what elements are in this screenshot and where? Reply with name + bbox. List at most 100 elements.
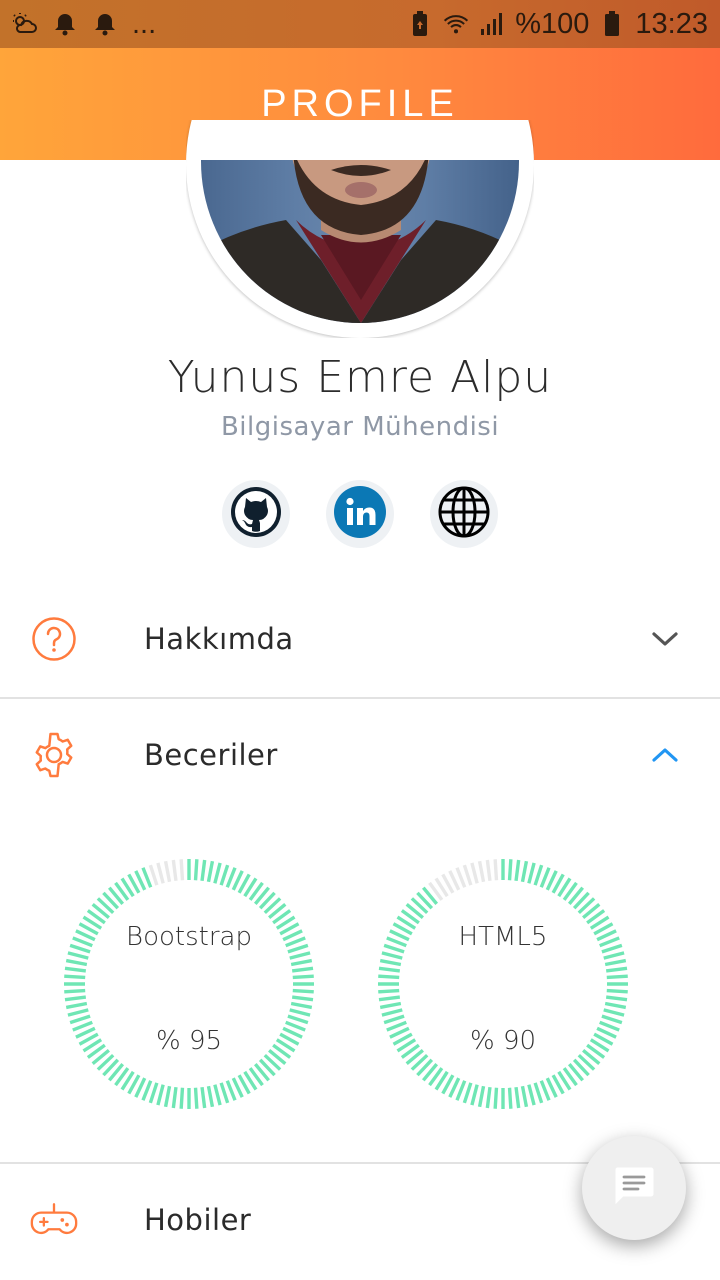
- gauge-segment: [219, 864, 230, 886]
- gauge-segment: [533, 1082, 544, 1104]
- gauge-segment: [527, 862, 536, 884]
- gauge-segment: [455, 1080, 467, 1101]
- gauge-segment: [179, 1087, 185, 1109]
- accordion-skills[interactable]: Beceriler: [0, 698, 720, 812]
- gauge-segment: [64, 966, 87, 973]
- gauge-segment: [533, 864, 544, 886]
- skill-gauge-bootstrap: Bootstrap % 95: [63, 858, 315, 1110]
- gauge-segment: [462, 1082, 473, 1104]
- gauge-segment: [378, 988, 400, 994]
- gauge-segment: [200, 1086, 207, 1109]
- github-button[interactable]: [222, 480, 290, 548]
- gamepad-icon: [30, 1196, 78, 1244]
- gauge-segment: [383, 1014, 405, 1025]
- gauge-segment: [290, 1001, 313, 1010]
- gauge-segment: [493, 859, 499, 881]
- notification-bell-icon: [52, 11, 78, 37]
- chevron-up-icon[interactable]: [650, 740, 680, 770]
- skill-name: Bootstrap: [126, 922, 252, 952]
- gauge-segment: [141, 867, 153, 888]
- gauge-segment: [379, 958, 402, 967]
- profile-title: Bilgisayar Mühendisi: [220, 412, 500, 442]
- accordion-hobbies-label: Hobiler: [144, 1203, 252, 1237]
- gauge-segment: [69, 1014, 91, 1025]
- gauge-segment: [156, 1084, 165, 1106]
- gauge-segment: [477, 1085, 486, 1108]
- accordion-about-label: Hakkımda: [144, 622, 294, 656]
- gauge-segment: [219, 1082, 230, 1104]
- gauge-segment: [605, 966, 628, 973]
- chat-icon: [613, 1166, 655, 1210]
- website-button[interactable]: [430, 480, 498, 548]
- gauge-segment: [67, 1008, 89, 1017]
- gauge-segment: [64, 988, 86, 994]
- gauge-segment: [163, 860, 172, 883]
- social-links: [0, 480, 720, 548]
- gauge-segment: [605, 995, 628, 1002]
- skill-name: HTML5: [458, 922, 548, 952]
- profile-name: Yunus Emre Alpu: [167, 352, 553, 403]
- gauge-segment: [141, 1080, 153, 1101]
- gauge-segment: [193, 1087, 199, 1109]
- gauge-segment: [604, 958, 627, 967]
- weather-icon: [12, 11, 38, 37]
- gauge-segment: [485, 859, 492, 882]
- gauge-segment: [462, 864, 473, 886]
- gauge-segment: [289, 951, 311, 960]
- github-icon: [229, 485, 283, 543]
- gauge-segment: [603, 951, 625, 960]
- gauge-segment: [520, 1085, 529, 1108]
- gauge-segment: [601, 1014, 623, 1025]
- gauge-segment: [470, 1084, 479, 1106]
- gauge-segment: [64, 995, 87, 1002]
- gauge-segment: [603, 1008, 625, 1017]
- status-bar: ... %100 13:23: [0, 0, 720, 48]
- gauge-segment: [514, 859, 521, 882]
- gauge-segment: [455, 867, 467, 888]
- globe-icon: [437, 485, 491, 543]
- gauge-segment: [67, 951, 89, 960]
- chevron-down-icon[interactable]: [650, 624, 680, 654]
- gauge-segment: [171, 1086, 178, 1109]
- gauge-segment: [206, 860, 215, 883]
- gauge-segment: [379, 1001, 402, 1010]
- linkedin-icon: [333, 485, 387, 543]
- gauge-segment: [65, 1001, 88, 1010]
- skill-gauge-html5: HTML5 % 90: [377, 858, 629, 1110]
- gauge-segment: [381, 951, 403, 960]
- wifi-icon: [443, 11, 469, 37]
- chat-fab-button[interactable]: [582, 1136, 686, 1240]
- gauge-segment: [156, 862, 165, 884]
- gauge-segment: [193, 859, 199, 881]
- gauge-segment: [604, 1001, 627, 1010]
- gauge-segment: [163, 1085, 172, 1108]
- gauge-segment: [507, 1087, 513, 1109]
- gauge-segment: [539, 1080, 551, 1101]
- gauge-segment: [225, 867, 237, 888]
- gauge-ring: [378, 859, 628, 1109]
- gauge-segment: [470, 862, 479, 884]
- accordion-about[interactable]: Hakkımda: [0, 582, 720, 696]
- gauge-segment: [171, 859, 178, 882]
- gauge-segment: [213, 1084, 222, 1106]
- gauge-segment: [291, 995, 314, 1002]
- gauge-segment: [507, 859, 513, 881]
- gauge-segment: [292, 974, 314, 980]
- gauge-ring: [64, 859, 314, 1109]
- battery-percent: %100: [515, 7, 590, 40]
- linkedin-button[interactable]: [326, 480, 394, 548]
- gauge-segment: [520, 860, 529, 883]
- gauge-segment: [289, 1008, 311, 1017]
- gauge-segment: [477, 860, 486, 883]
- skill-percent: % 95: [155, 1026, 223, 1056]
- skill-percent: % 90: [469, 1026, 537, 1056]
- gauge-segment: [606, 988, 628, 994]
- signal-icon: [479, 11, 505, 37]
- gauge-segment: [179, 859, 185, 881]
- gauge-segment: [606, 974, 628, 980]
- gauge-segment: [378, 995, 401, 1002]
- gauge-segment: [225, 1080, 237, 1101]
- accordion-skills-label: Beceriler: [144, 738, 278, 772]
- gauge-segment: [485, 1086, 492, 1109]
- gauge-segment: [527, 1084, 536, 1106]
